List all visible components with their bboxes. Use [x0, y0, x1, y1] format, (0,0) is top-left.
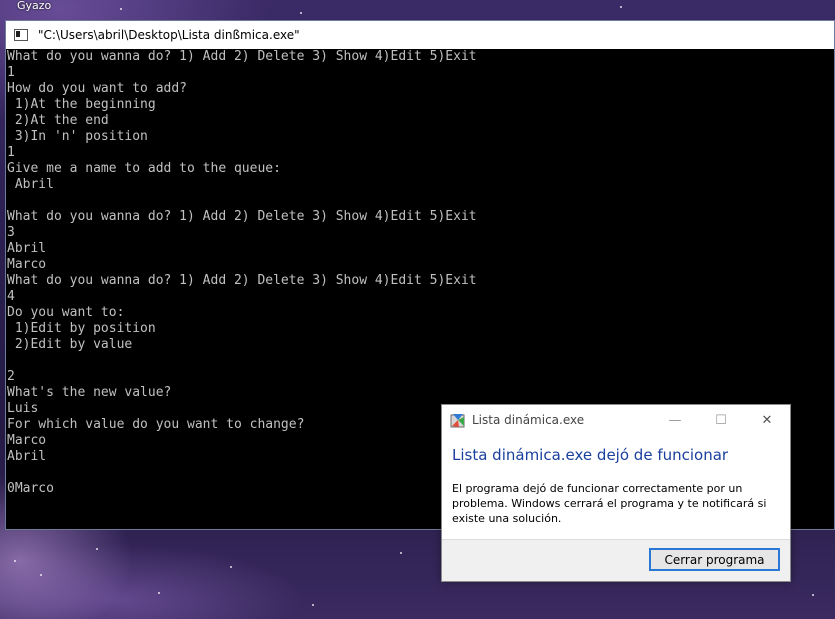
- error-dialog[interactable]: Lista dinámica.exe — ☐ ✕ Lista dinámica.…: [441, 404, 791, 582]
- console-line: 1: [7, 145, 15, 160]
- minimize-icon[interactable]: —: [652, 405, 698, 435]
- console-line: 2)Edit by value: [7, 337, 133, 352]
- console-line: 1: [7, 65, 15, 80]
- console-line: 1)At the beginning: [7, 97, 156, 112]
- dialog-footer: Cerrar programa: [442, 539, 790, 581]
- dialog-window-controls: — ☐ ✕: [652, 405, 790, 435]
- console-line: What's the new value?: [7, 385, 172, 400]
- console-line: Give me a name to add to the queue:: [7, 161, 281, 176]
- console-line: 3)In 'n' position: [7, 129, 148, 144]
- console-app-icon: [14, 28, 28, 41]
- console-line: 3: [7, 225, 15, 240]
- console-line: 4: [7, 289, 15, 304]
- star: [158, 592, 160, 594]
- star: [230, 566, 232, 568]
- console-titlebar[interactable]: "C:\Users\abril\Desktop\Lista dinßmica.e…: [6, 21, 834, 48]
- star: [312, 604, 314, 606]
- star: [120, 8, 122, 10]
- console-line: What do you wanna do? 1) Add 2) Delete 3…: [7, 49, 477, 64]
- console-line: Abril: [7, 241, 47, 256]
- console-line: How do you want to add?: [7, 81, 188, 96]
- console-line: Do you want to:: [7, 305, 125, 320]
- console-line: 2)At the end: [7, 113, 109, 128]
- console-line: 2: [7, 369, 15, 384]
- gyazo-label: Gyazo: [17, 0, 52, 12]
- close-program-button[interactable]: Cerrar programa: [649, 548, 780, 571]
- star: [96, 548, 98, 550]
- dialog-message: El programa dejó de funcionar correctame…: [452, 482, 767, 525]
- console-line: What do you wanna do? 1) Add 2) Delete 3…: [7, 273, 477, 288]
- app-error-icon: [450, 414, 465, 428]
- star: [812, 594, 814, 596]
- console-line: Abril: [7, 177, 54, 192]
- star: [14, 560, 16, 562]
- star: [40, 574, 42, 576]
- star: [400, 552, 402, 554]
- dialog-title: Lista dinámica.exe: [472, 413, 585, 427]
- close-icon[interactable]: ✕: [744, 405, 790, 435]
- star: [300, 12, 302, 14]
- dialog-titlebar[interactable]: Lista dinámica.exe — ☐ ✕: [442, 405, 790, 435]
- console-line: Marco: [7, 257, 47, 272]
- maximize-icon[interactable]: ☐: [698, 405, 744, 435]
- star: [620, 6, 622, 8]
- dialog-heading: Lista dinámica.exe dejó de funcionar: [452, 446, 729, 464]
- console-line: 1)Edit by position: [7, 321, 156, 336]
- console-line: What do you wanna do? 1) Add 2) Delete 3…: [7, 209, 477, 224]
- console-title: "C:\Users\abril\Desktop\Lista dinßmica.e…: [38, 27, 300, 42]
